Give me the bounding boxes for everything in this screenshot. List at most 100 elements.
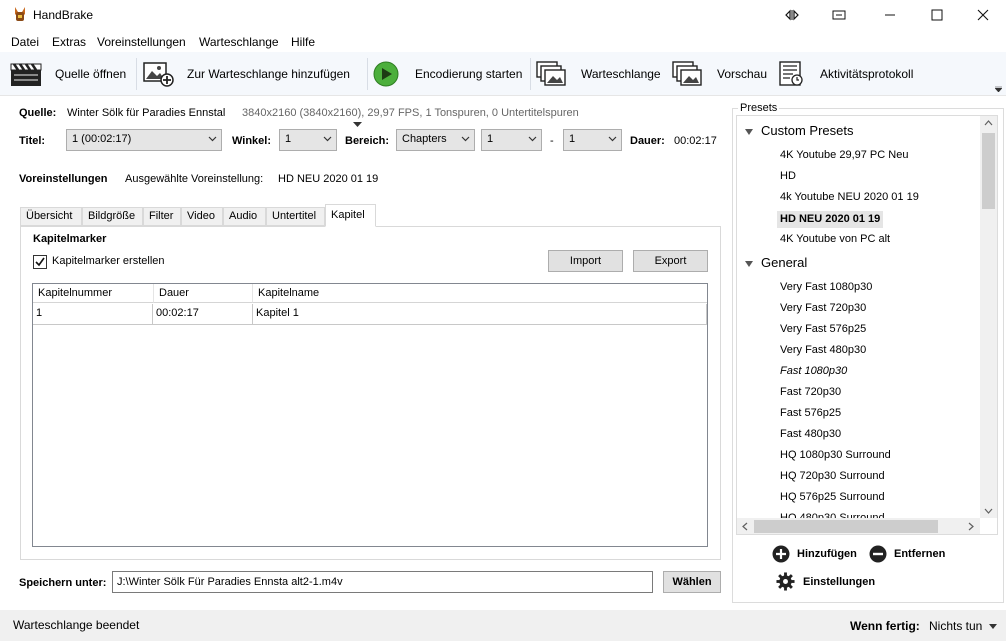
close-button[interactable]	[960, 0, 1006, 30]
column-header-duration[interactable]: Dauer	[154, 284, 253, 303]
title-select-value: 1 (00:02:17)	[72, 133, 132, 145]
preset-item[interactable]: Fast 576p25	[780, 407, 841, 419]
title-select[interactable]: 1 (00:02:17)	[66, 129, 222, 151]
preset-item[interactable]: Very Fast 576p25	[780, 323, 866, 335]
expand-triangle-icon	[745, 128, 753, 135]
window-title: HandBrake	[33, 8, 94, 22]
save-as-label: Speichern unter:	[19, 577, 107, 589]
save-path-input[interactable]: J:\Winter Sölk Für Paradies Ennsta alt2-…	[112, 571, 653, 593]
range-start-value: 1	[487, 133, 494, 145]
preset-item[interactable]: Very Fast 720p30	[780, 302, 866, 314]
add-to-queue-button[interactable]: Zur Warteschlange hinzufügen	[187, 67, 350, 81]
preset-item[interactable]: 4K Youtube von PC alt	[780, 233, 890, 245]
preset-group-custom[interactable]: Custom Presets	[745, 123, 853, 138]
preset-item[interactable]: HQ 720p30 Surround	[780, 470, 885, 482]
fullscreen-icon[interactable]	[816, 0, 862, 30]
start-encode-button[interactable]: Encodierung starten	[415, 67, 522, 81]
when-done-dropdown[interactable]: Nichts tun	[929, 619, 997, 633]
scroll-up-icon[interactable]	[984, 120, 993, 126]
preset-group-label: General	[761, 255, 808, 270]
table-cell-duration[interactable]: 00:02:17	[153, 304, 253, 325]
scroll-left-icon[interactable]	[742, 522, 748, 531]
table-cell-chapter-number[interactable]: 1	[33, 304, 153, 325]
column-header-chapter-number[interactable]: Kapitelnummer	[33, 284, 154, 303]
tab-filter[interactable]: Filter	[143, 207, 181, 226]
source-name: Winter Sölk für Paradies Ennstal	[67, 107, 226, 119]
tab-kapitel[interactable]: Kapitel	[325, 204, 376, 227]
menu-extras[interactable]: Extras	[52, 35, 86, 49]
presets-caption: Presets	[738, 102, 780, 114]
range-start-select[interactable]: 1	[481, 129, 542, 151]
activity-log-icon[interactable]	[778, 61, 804, 87]
horizontal-scrollbar[interactable]	[737, 518, 980, 534]
menu-warteschlange[interactable]: Warteschlange	[199, 35, 279, 49]
open-source-button[interactable]: Quelle öffnen	[55, 67, 126, 81]
range-type-value: Chapters	[402, 133, 447, 145]
gear-icon[interactable]	[776, 572, 795, 591]
preset-settings-button[interactable]: Einstellungen	[803, 576, 875, 588]
queue-button[interactable]: Warteschlange	[581, 67, 661, 81]
preset-group-general[interactable]: General	[745, 255, 807, 270]
preset-item[interactable]: 4K Youtube 29,97 PC Neu	[780, 149, 908, 161]
selected-preset-label: Ausgewählte Voreinstellung:	[125, 173, 264, 185]
range-end-select[interactable]: 1	[563, 129, 622, 151]
browse-button[interactable]: Wählen	[663, 571, 721, 593]
preset-item[interactable]: Very Fast 480p30	[780, 344, 866, 356]
create-markers-label: Kapitelmarker erstellen	[52, 255, 165, 267]
range-dash: -	[550, 135, 554, 147]
vertical-scrollbar[interactable]	[980, 116, 997, 518]
preset-item[interactable]: HQ 1080p30 Surround	[780, 449, 891, 461]
tab-bildgroesse[interactable]: Bildgröße	[82, 207, 143, 226]
chevron-down-icon	[528, 136, 537, 142]
tab-untertitel[interactable]: Untertitel	[266, 207, 325, 226]
remove-icon[interactable]	[869, 545, 887, 563]
tab-uebersicht[interactable]: Übersicht	[20, 207, 82, 226]
import-button[interactable]: Import	[548, 250, 623, 272]
toolbar-separator	[136, 58, 137, 90]
minimize-button[interactable]	[867, 0, 913, 30]
scrollbar-thumb[interactable]	[754, 520, 938, 533]
angle-select[interactable]: 1	[279, 129, 337, 151]
queue-icon[interactable]	[536, 61, 568, 87]
title-label: Titel:	[19, 135, 46, 147]
chevron-down-icon	[608, 136, 617, 142]
clapperboard-icon[interactable]	[10, 61, 42, 87]
add-preset-button[interactable]: Hinzufügen	[797, 548, 857, 560]
export-button[interactable]: Export	[633, 250, 708, 272]
preset-item[interactable]: Fast 480p30	[780, 428, 841, 440]
preset-item[interactable]: HD	[780, 170, 796, 182]
angle-select-value: 1	[285, 133, 292, 145]
scroll-right-icon[interactable]	[968, 522, 974, 531]
remove-preset-button[interactable]: Entfernen	[894, 548, 945, 560]
menu-datei[interactable]: Datei	[11, 35, 39, 49]
chevron-down-icon[interactable]	[353, 122, 362, 128]
add-icon[interactable]	[772, 545, 790, 563]
preset-item[interactable]: 4k Youtube NEU 2020 01 19	[780, 191, 919, 203]
tab-video[interactable]: Video	[181, 207, 223, 226]
overflow-chevron-icon[interactable]	[995, 86, 1002, 92]
preset-item[interactable]: Fast 720p30	[780, 386, 841, 398]
preview-icon[interactable]	[672, 61, 704, 87]
maximize-button[interactable]	[914, 0, 960, 30]
add-to-queue-icon[interactable]	[142, 61, 174, 87]
menu-hilfe[interactable]: Hilfe	[291, 35, 315, 49]
table-cell-chapter-name[interactable]: Kapitel 1	[253, 304, 707, 325]
preset-item-selected[interactable]: HD NEU 2020 01 19	[777, 211, 884, 228]
create-markers-checkbox[interactable]	[33, 255, 47, 269]
preset-item[interactable]: Very Fast 1080p30	[780, 281, 872, 293]
scroll-down-icon[interactable]	[984, 508, 993, 514]
play-icon[interactable]	[372, 61, 400, 87]
activity-log-button[interactable]: Aktivitätsprotokoll	[820, 67, 913, 81]
preset-item[interactable]: Fast 1080p30	[780, 365, 847, 377]
status-message: Warteschlange beendet	[13, 618, 140, 632]
presets-label: Voreinstellungen	[19, 173, 108, 185]
tab-audio[interactable]: Audio	[223, 207, 266, 226]
menu-voreinstellungen[interactable]: Voreinstellungen	[97, 35, 186, 49]
scrollbar-thumb[interactable]	[982, 133, 995, 209]
preset-item[interactable]: HQ 576p25 Surround	[780, 491, 885, 503]
preview-button[interactable]: Vorschau	[717, 67, 767, 81]
column-header-chapter-name[interactable]: Kapitelname	[253, 284, 707, 303]
toolbar: Quelle öffnen Zur Warteschlange hinzufüg…	[0, 52, 1006, 127]
snap-icon[interactable]	[769, 0, 815, 30]
range-type-select[interactable]: Chapters	[396, 129, 475, 151]
